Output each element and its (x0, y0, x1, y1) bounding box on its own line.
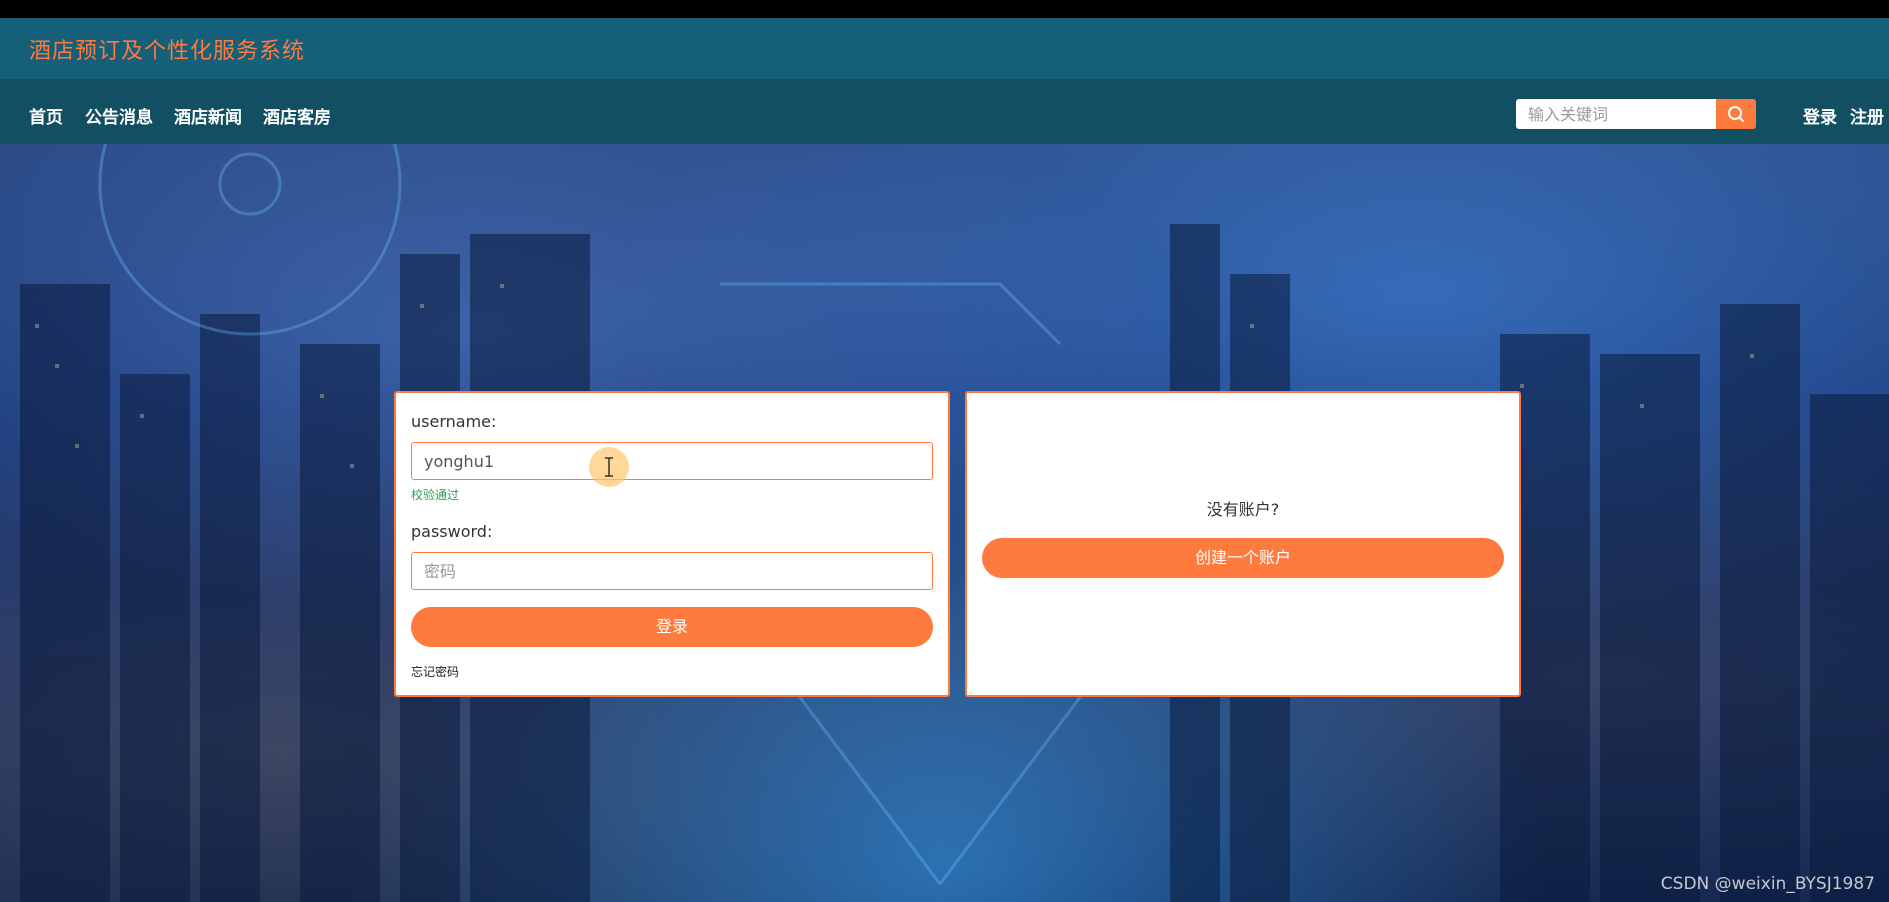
create-account-button[interactable]: 创建一个账户 (982, 538, 1504, 578)
password-input[interactable] (411, 552, 933, 590)
register-link[interactable]: 注册 (1850, 103, 1884, 128)
text-cursor-icon (605, 457, 613, 477)
password-label: password: (411, 522, 493, 541)
nav-item-hotel-rooms[interactable]: 酒店客房 (263, 103, 331, 128)
forgot-password-link[interactable]: 忘记密码 (411, 663, 459, 680)
nav-item-home[interactable]: 首页 (29, 103, 63, 128)
top-black-strip (0, 0, 1889, 18)
nav-item-hotel-news[interactable]: 酒店新闻 (174, 103, 242, 128)
nav-item-announcements[interactable]: 公告消息 (85, 103, 153, 128)
register-panel: 没有账户? 创建一个账户 (965, 391, 1521, 697)
username-label: username: (411, 412, 497, 431)
login-link[interactable]: 登录 (1803, 103, 1837, 128)
no-account-prompt: 没有账户? (1206, 500, 1280, 519)
login-panel: username: 校验通过 password: 登录 忘记密码 (394, 391, 950, 697)
search-input[interactable] (1516, 99, 1716, 129)
search-button[interactable] (1716, 99, 1756, 129)
site-header: 酒店预订及个性化服务系统 (0, 18, 1889, 79)
watermark: CSDN @weixin_BYSJ1987 (1660, 874, 1875, 894)
mouse-cursor-highlight (589, 447, 629, 487)
search-icon (1728, 106, 1744, 122)
site-title: 酒店预订及个性化服务系统 (29, 39, 306, 64)
username-input[interactable] (411, 442, 933, 480)
validation-message: 校验通过 (411, 488, 460, 502)
login-button[interactable]: 登录 (411, 607, 933, 647)
main-navbar: 首页 公告消息 酒店新闻 酒店客房 登录 注册 (0, 79, 1889, 144)
